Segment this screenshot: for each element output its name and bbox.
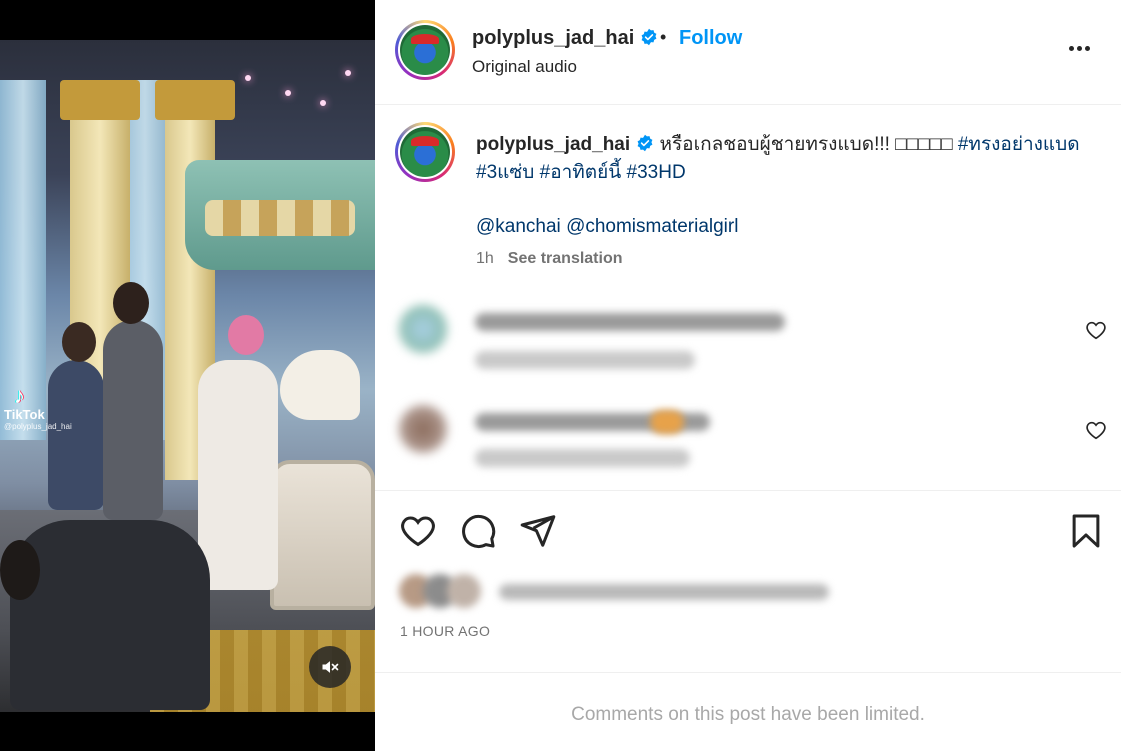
person-head [62, 322, 96, 362]
person [48, 360, 104, 510]
verified-badge-icon [640, 28, 658, 46]
mention-link[interactable]: @kanchai [476, 216, 561, 237]
caption-time[interactable]: 1h [476, 250, 494, 267]
header-username[interactable]: polyplus_jad_hai [472, 27, 634, 49]
speaker-muted-icon [322, 661, 339, 673]
person-head [113, 282, 149, 324]
comment-item [375, 390, 1121, 490]
action-bar [375, 495, 1121, 565]
comment-item [375, 290, 1121, 390]
heart-icon[interactable] [399, 512, 437, 550]
post-dialog: ♪ TikTok @polyplus_jad_hai polyplus_jad_… [0, 0, 1121, 751]
carousel-canopy [185, 160, 375, 270]
separator-dot: • [660, 27, 667, 47]
hashtag-link[interactable]: #ทรงอย่างแบด [958, 134, 1080, 155]
tiktok-brand: TikTok [4, 407, 45, 422]
avatar[interactable] [395, 122, 455, 182]
divider [375, 672, 1121, 673]
caption-text: หรือเกลชอบผู้ชายทรงแบด!!! □□□□□ [659, 134, 953, 155]
post-timestamp[interactable]: 1 HOUR AGO [400, 623, 490, 639]
audio-link[interactable]: Original audio [472, 57, 577, 77]
likes-text [499, 584, 829, 600]
person [198, 360, 278, 590]
verified-badge-icon [636, 134, 654, 152]
avatar[interactable] [399, 305, 447, 353]
mention-link[interactable]: @chomismaterialgirl [566, 216, 738, 237]
heart-icon[interactable] [1085, 419, 1107, 441]
stage-light [345, 70, 351, 76]
share-icon[interactable] [519, 512, 557, 550]
caption-body: polyplus_jad_hai หรือเกลชอบผู้ชายทรงแบด!… [476, 131, 1096, 241]
hashtag-link[interactable]: #3แซ่บ [476, 162, 534, 183]
person-head [228, 315, 264, 355]
heart-icon[interactable] [1085, 319, 1107, 341]
post-panel: polyplus_jad_hai • Follow Original audio… [375, 0, 1121, 751]
avatar[interactable] [395, 20, 455, 80]
follow-button[interactable]: Follow [679, 27, 742, 50]
avatar [447, 574, 481, 608]
see-translation-button[interactable]: See translation [508, 250, 623, 267]
ornate-chair [270, 460, 375, 610]
caption-meta: 1h See translation [476, 250, 623, 268]
caption-mentions: @kanchai @chomismaterialgirl [476, 213, 1096, 241]
stage-light [320, 100, 326, 106]
tiktok-watermark: ♪ TikTok @polyplus_jad_hai [4, 383, 124, 432]
post-header: polyplus_jad_hai • Follow Original audio [375, 0, 1121, 105]
video-player[interactable]: ♪ TikTok @polyplus_jad_hai [0, 40, 375, 712]
stage-light [285, 90, 291, 96]
emoji-icon [650, 410, 684, 434]
person-head [0, 540, 40, 600]
tiktok-username: @polyplus_jad_hai [4, 422, 72, 431]
divider [375, 490, 1121, 491]
post-media: ♪ TikTok @polyplus_jad_hai [0, 0, 375, 751]
post-caption: polyplus_jad_hai หรือเกลชอบผู้ชายทรงแบด!… [375, 105, 1121, 285]
comment-icon[interactable] [459, 512, 497, 550]
hashtag-link[interactable]: #อาทิตย์นี้ [540, 162, 622, 183]
stage-light [245, 75, 251, 81]
hashtag-link[interactable]: #33HD [627, 162, 686, 183]
header-username-row: polyplus_jad_hai [472, 27, 658, 50]
caption-username[interactable]: polyplus_jad_hai [476, 134, 630, 155]
avatar[interactable] [399, 405, 447, 453]
mute-button[interactable] [309, 646, 351, 688]
tiktok-icon: ♪ [14, 383, 25, 408]
comments-limited-notice: Comments on this post have been limited. [571, 704, 925, 725]
comment-meta [475, 449, 690, 467]
carousel-horse [280, 350, 360, 420]
person [10, 520, 210, 710]
comment-meta [475, 351, 695, 369]
comment-username [475, 313, 785, 331]
more-options-icon[interactable] [1069, 38, 1099, 58]
likes-row[interactable] [399, 572, 839, 612]
bookmark-icon[interactable] [1067, 512, 1105, 550]
